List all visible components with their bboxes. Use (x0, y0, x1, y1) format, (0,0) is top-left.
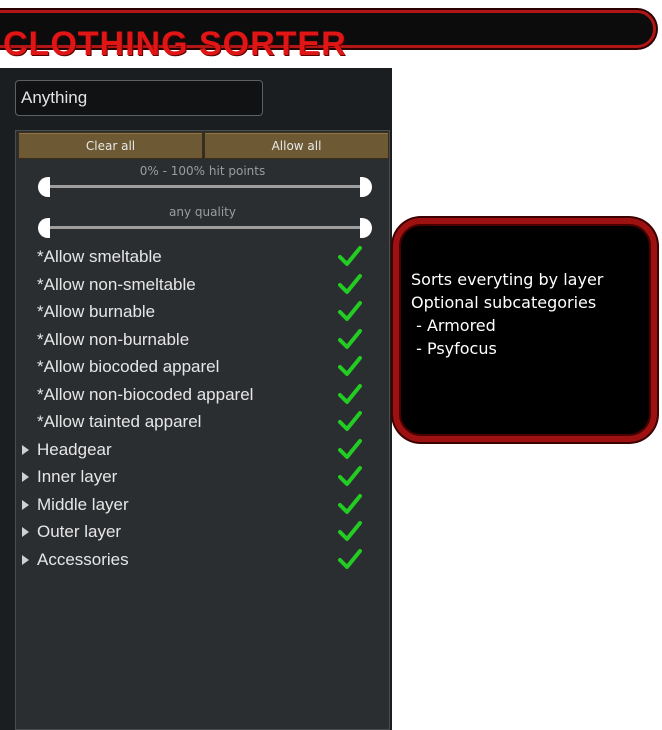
check-icon[interactable] (338, 328, 362, 350)
triangle-right-icon[interactable] (22, 444, 29, 455)
filter-row-label: *Allow smeltable (37, 247, 162, 266)
triangle-right-icon[interactable] (22, 554, 29, 565)
info-line: - Psyfocus (411, 339, 497, 358)
filter-row-label: Headgear (37, 439, 112, 459)
slider-track (44, 185, 366, 188)
check-icon[interactable] (338, 245, 362, 267)
filter-row[interactable]: *Allow biocoded apparel (16, 353, 389, 380)
filter-row-label: *Allow non-smeltable (37, 274, 196, 294)
slider-handle-min[interactable] (38, 218, 50, 238)
filter-row[interactable]: *Allow non-burnable (16, 326, 389, 353)
filter-row-label: *Allow burnable (37, 302, 156, 321)
info-line: - Armored (411, 316, 496, 335)
filter-row[interactable]: *Allow burnable (16, 298, 389, 325)
filter-row[interactable]: Headgear (16, 436, 389, 463)
slider-handle-max[interactable] (360, 218, 372, 238)
filter-panel: Clear all Allow all 0% - 100% hit points… (0, 68, 392, 730)
triangle-right-icon[interactable] (22, 527, 29, 537)
info-box: Sorts everyting by layer Optional subcat… (393, 218, 657, 442)
hitpoints-label: 0% - 100% hit points (139, 164, 266, 178)
slider-handle-max[interactable] (360, 177, 372, 197)
check-icon[interactable] (338, 438, 362, 460)
check-icon[interactable] (338, 520, 362, 542)
search-input[interactable] (15, 80, 263, 116)
triangle-right-icon[interactable] (22, 499, 29, 510)
hitpoints-slider[interactable] (38, 177, 372, 197)
filter-row[interactable]: *Allow non-smeltable (16, 271, 389, 298)
title-banner: CLOTHING SORTER (0, 10, 656, 61)
filter-row-label: Inner layer (37, 467, 118, 486)
check-icon[interactable] (338, 548, 362, 570)
filter-row-label: Middle layer (37, 494, 129, 514)
filter-row-label: *Allow biocoded apparel (37, 357, 220, 376)
check-icon[interactable] (338, 383, 362, 405)
clear-all-button[interactable]: Clear all (18, 132, 203, 159)
check-icon[interactable] (338, 410, 362, 432)
filter-row[interactable]: Inner layer (16, 463, 389, 490)
allow-all-button[interactable]: Allow all (204, 132, 389, 159)
filter-row-label: *Allow non-burnable (37, 329, 190, 349)
slider-track (44, 226, 366, 229)
triangle-right-icon[interactable] (22, 472, 29, 482)
filter-row-label: *Allow tainted apparel (37, 412, 202, 431)
slider-handle-min[interactable] (38, 177, 50, 197)
quality-label: any quality (169, 205, 236, 219)
check-icon[interactable] (338, 465, 362, 487)
filter-row[interactable]: *Allow smeltable (16, 243, 389, 270)
filter-row-label: Accessories (37, 549, 129, 569)
filter-list: Clear all Allow all 0% - 100% hit points… (15, 130, 390, 730)
filter-row[interactable]: *Allow non-biocoded apparel (16, 381, 389, 408)
check-icon[interactable] (338, 300, 362, 322)
check-icon[interactable] (338, 355, 362, 377)
filter-row[interactable]: Outer layer (16, 518, 389, 545)
info-line: Sorts everyting by layer (411, 270, 604, 289)
filter-row[interactable]: Accessories (16, 546, 389, 573)
filter-row[interactable]: *Allow tainted apparel (16, 408, 389, 435)
check-icon[interactable] (338, 273, 362, 295)
info-line: Optional subcategories (411, 293, 597, 312)
filter-row-label: Outer layer (37, 522, 122, 541)
banner-title: CLOTHING SORTER (3, 25, 347, 63)
filter-row[interactable]: Middle layer (16, 491, 389, 518)
check-icon[interactable] (338, 493, 362, 515)
filter-row-label: *Allow non-biocoded apparel (37, 384, 254, 404)
quality-slider[interactable] (38, 218, 372, 238)
